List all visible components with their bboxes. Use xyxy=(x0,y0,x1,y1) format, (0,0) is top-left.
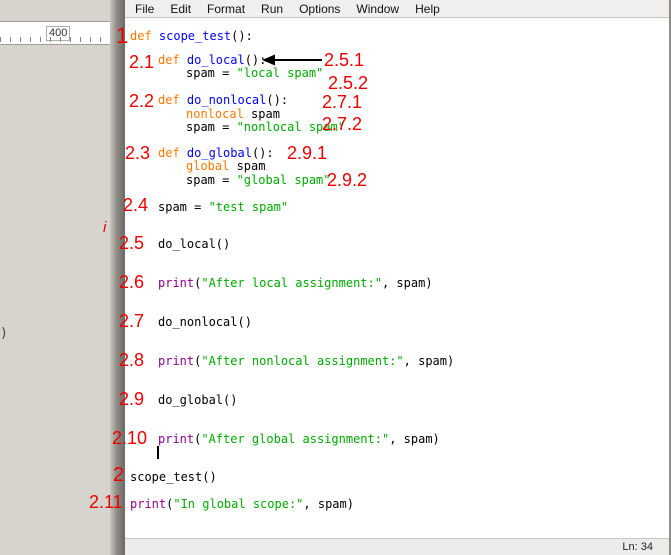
code-token-builtin: print xyxy=(158,354,194,368)
menu-run[interactable]: Run xyxy=(253,1,291,17)
code-token-str: "global spam" xyxy=(237,173,331,187)
code-token-plain: , spam) xyxy=(404,354,455,368)
code-token-defname: do_global xyxy=(187,146,252,160)
code-token-plain: (): xyxy=(245,53,267,67)
code-editor[interactable]: def scope_test():def do_local():spam = "… xyxy=(125,18,669,538)
status-bar: Ln: 34 xyxy=(125,538,669,555)
code-token-defname: do_local xyxy=(187,53,245,67)
menu-help[interactable]: Help xyxy=(407,1,448,17)
code-token-plain: do_local() xyxy=(158,237,230,251)
code-line: do_global() xyxy=(158,394,237,407)
code-token-kw: def xyxy=(130,29,159,43)
code-token-kw: def xyxy=(158,53,187,67)
code-token-plain: spam = xyxy=(158,200,209,214)
menu-options[interactable]: Options xyxy=(291,1,348,17)
menu-file[interactable]: File xyxy=(127,1,162,17)
code-token-str: "nonlocal spam" xyxy=(237,120,345,134)
code-token-defname: scope_test xyxy=(159,29,231,43)
code-token-plain: spam xyxy=(229,159,265,173)
code-token-plain: spam xyxy=(244,107,280,121)
code-token-builtin: print xyxy=(158,432,194,446)
code-token-plain: (): xyxy=(266,93,288,107)
code-line: spam = "test spam" xyxy=(158,201,288,214)
background-text-fragment: ) xyxy=(0,326,8,341)
text-caret xyxy=(157,446,159,459)
code-token-plain: do_nonlocal() xyxy=(158,315,252,329)
code-token-plain: scope_test() xyxy=(130,470,217,484)
code-token-plain: spam = xyxy=(186,120,237,134)
code-line: spam = "nonlocal spam" xyxy=(186,121,345,134)
code-token-plain: spam = xyxy=(186,173,237,187)
code-token-plain: do_global() xyxy=(158,393,237,407)
code-token-kw: global xyxy=(186,159,229,173)
code-token-plain: (): xyxy=(252,146,274,160)
code-token-builtin: print xyxy=(158,276,194,290)
code-token-kw: nonlocal xyxy=(186,107,244,121)
code-line: scope_test() xyxy=(130,471,217,484)
code-token-str: "After nonlocal assignment:" xyxy=(201,354,403,368)
menu-edit[interactable]: Edit xyxy=(162,1,199,17)
code-token-plain: , spam) xyxy=(389,432,440,446)
screen: 400 i ) FileEditFormatRunOptionsWindowHe… xyxy=(0,0,671,555)
code-line: global spam xyxy=(186,160,265,173)
code-line: print("After local assignment:", spam) xyxy=(158,277,433,290)
code-token-plain: (): xyxy=(231,29,253,43)
code-token-plain: , spam) xyxy=(382,276,433,290)
menu-format[interactable]: Format xyxy=(199,1,253,17)
code-line: spam = "local spam" xyxy=(186,67,323,80)
code-token-builtin: print xyxy=(130,497,166,511)
code-line: print("After nonlocal assignment:", spam… xyxy=(158,355,454,368)
ruler-ticks xyxy=(0,37,110,42)
ruler: 400 xyxy=(0,21,110,45)
code-token-kw: def xyxy=(158,93,187,107)
code-line: print("In global scope:", spam) xyxy=(130,498,354,511)
menu-bar: FileEditFormatRunOptionsWindowHelp xyxy=(125,0,669,18)
status-line-indicator: Ln: 34 xyxy=(622,541,653,553)
code-token-str: "After global assignment:" xyxy=(201,432,389,446)
code-token-kw: def xyxy=(158,146,187,160)
code-token-plain: , spam) xyxy=(303,497,354,511)
code-line: def scope_test(): xyxy=(130,30,253,43)
code-line: print("After global assignment:", spam) xyxy=(158,433,440,446)
code-token-plain: spam = xyxy=(186,66,237,80)
code-line: spam = "global spam" xyxy=(186,174,331,187)
code-token-str: "After local assignment:" xyxy=(201,276,382,290)
code-token-str: "test spam" xyxy=(209,200,288,214)
background-text-fragment: i xyxy=(103,219,106,236)
code-line: def do_nonlocal(): xyxy=(158,94,288,107)
editor-window: FileEditFormatRunOptionsWindowHelp def s… xyxy=(125,0,671,555)
code-token-defname: do_nonlocal xyxy=(187,93,266,107)
code-line: do_nonlocal() xyxy=(158,316,252,329)
menu-window[interactable]: Window xyxy=(348,1,407,17)
background-scrollbar[interactable] xyxy=(110,0,125,555)
code-token-str: "local spam" xyxy=(237,66,324,80)
code-line: do_local() xyxy=(158,238,230,251)
code-token-str: "In global scope:" xyxy=(173,497,303,511)
